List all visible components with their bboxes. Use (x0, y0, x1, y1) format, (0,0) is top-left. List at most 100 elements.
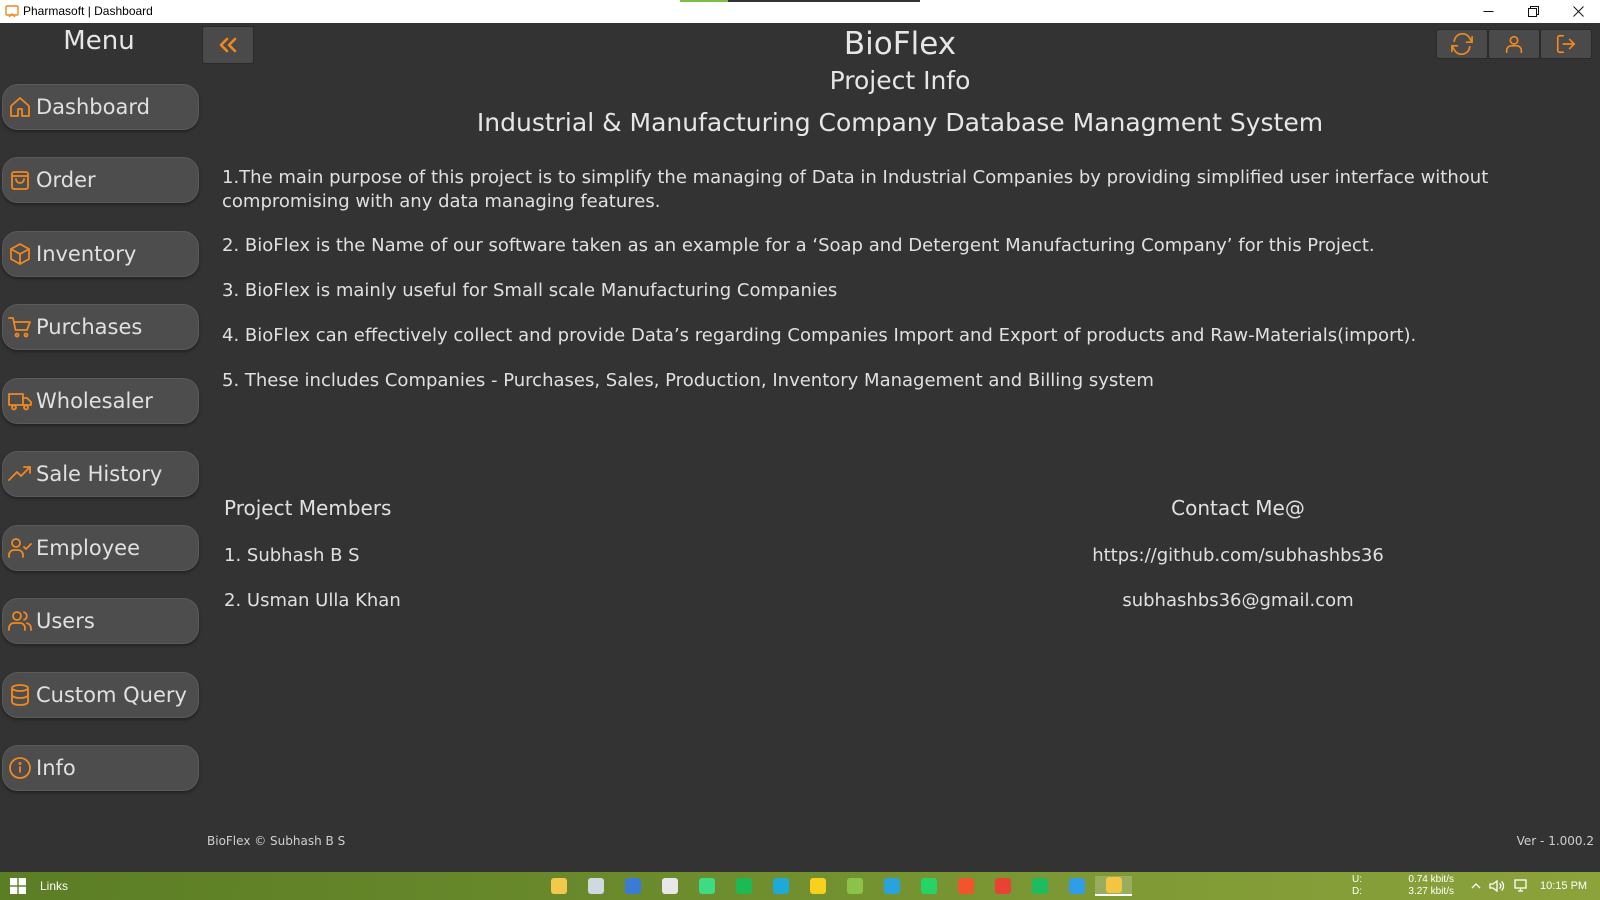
sidebar-item-label: Wholesaler (36, 389, 153, 413)
menu-title: Menu (63, 26, 135, 56)
chrome-icon (994, 878, 1011, 894)
email-link[interactable]: subhashbs36@gmail.com (1038, 590, 1438, 611)
sidebar-item-label: Sale History (36, 462, 163, 486)
database-app-icon (624, 878, 641, 894)
minimize-button[interactable] (1466, 0, 1511, 23)
shopping-bag-icon (7, 167, 33, 193)
box-icon (7, 241, 33, 267)
download-rate: 3.27 kbit/s (1408, 886, 1454, 897)
taskbar-app[interactable] (762, 876, 799, 896)
contact-heading: Contact Me@ (1171, 496, 1305, 520)
github-link[interactable]: https://github.com/subhashbs36 (1038, 545, 1438, 566)
store-icon (661, 878, 678, 894)
project-point: 3. BioFlex is mainly useful for Small sc… (222, 280, 838, 301)
taskbar-app[interactable] (651, 876, 688, 896)
sticky-notes-icon (809, 878, 826, 894)
close-button[interactable] (1556, 0, 1600, 23)
spotify-icon (735, 878, 752, 894)
taskbar-app[interactable] (799, 876, 836, 896)
minimize-icon (1483, 11, 1494, 12)
restore-icon (1528, 6, 1539, 17)
double-chevron-left-icon (219, 37, 237, 53)
sidebar-item-label: Dashboard (36, 95, 150, 119)
top-actions (1436, 29, 1592, 59)
taskbar-app[interactable] (688, 876, 725, 896)
windows-taskbar: Links U: D: 0.74 kbit/s 3.27 kbit/s 10:1… (0, 872, 1600, 900)
refresh-button[interactable] (1436, 29, 1488, 59)
taskbar-app[interactable] (725, 876, 762, 896)
android-icon (846, 878, 863, 894)
taskbar-app[interactable] (984, 876, 1021, 896)
chevron-up-icon[interactable] (1470, 880, 1482, 892)
app-icon (5, 5, 19, 18)
android-studio-icon (698, 878, 715, 894)
volume-icon[interactable] (1489, 879, 1505, 893)
upload-label: U: (1352, 874, 1362, 885)
trending-up-icon (7, 461, 33, 487)
sidebar-item-sale-history[interactable]: Sale History (2, 451, 199, 497)
profile-button[interactable] (1488, 29, 1540, 59)
project-point: 4. BioFlex can effectively collect and p… (222, 325, 1417, 346)
network-speed: U: D: 0.74 kbit/s 3.27 kbit/s (1352, 874, 1454, 898)
sidebar-item-wholesaler[interactable]: Wholesaler (2, 378, 199, 424)
user-icon (1505, 35, 1523, 54)
taskbar-app[interactable] (1021, 876, 1058, 896)
file-explorer-icon (550, 878, 567, 894)
taskbar-app[interactable] (910, 876, 947, 896)
taskbar-app[interactable] (873, 876, 910, 896)
members-heading: Project Members (224, 496, 392, 520)
python-app-icon (1105, 877, 1122, 893)
users-icon (7, 608, 33, 634)
project-point: 1.The main purpose of this project is to… (222, 167, 1489, 212)
whatsapp-icon (920, 878, 937, 894)
restore-button[interactable] (1511, 0, 1556, 23)
dashlane-icon (1031, 878, 1048, 894)
sidebar-item-order[interactable]: Order (2, 157, 199, 203)
project-subtitle: Industrial & Manufacturing Company Datab… (476, 108, 1324, 137)
taskbar-app[interactable] (614, 876, 651, 896)
footer-copyright: BioFlex © Subhash B S (207, 834, 346, 848)
footer-version: Ver - 1.000.2 (1516, 834, 1594, 848)
member-item: 2. Usman Ulla Khan (224, 590, 401, 611)
links-toolbar[interactable]: Links (40, 879, 68, 893)
sidebar-item-label: Custom Query (36, 683, 187, 707)
sidebar-item-custom-query[interactable]: Custom Query (2, 672, 199, 718)
download-label: D: (1352, 886, 1362, 897)
collapse-sidebar-button[interactable] (202, 26, 254, 64)
window-titlebar: Pharmasoft | Dashboard (0, 0, 1600, 23)
project-point: 5. These includes Companies - Purchases,… (222, 370, 1154, 391)
sidebar-item-purchases[interactable]: Purchases (2, 304, 199, 350)
sidebar-item-employee[interactable]: Employee (2, 525, 199, 571)
logout-button[interactable] (1540, 29, 1592, 59)
taskbar-app[interactable] (836, 876, 873, 896)
taskbar-app[interactable] (947, 876, 984, 896)
sidebar-item-info[interactable]: Info (2, 745, 199, 791)
windows-start-icon[interactable] (10, 878, 26, 894)
vscode-icon (1068, 878, 1085, 894)
member-item: 1. Subhash B S (224, 545, 360, 566)
system-tray (1470, 879, 1535, 893)
taskbar-apps (540, 876, 1132, 896)
home-icon (7, 94, 33, 120)
network-icon[interactable] (1512, 879, 1528, 893)
upload-rate: 0.74 kbit/s (1408, 874, 1454, 885)
sidebar-item-users[interactable]: Users (2, 598, 199, 644)
taskbar-app[interactable] (577, 876, 614, 896)
refresh-icon (1451, 33, 1473, 55)
sidebar-item-label: Info (36, 756, 76, 780)
app-title: BioFlex (843, 26, 957, 62)
taskbar-app[interactable] (540, 876, 577, 896)
user-check-icon (7, 535, 33, 561)
sidebar-item-label: Users (36, 609, 95, 633)
sidebar-item-label: Inventory (36, 242, 137, 266)
taskbar-app[interactable] (1058, 876, 1095, 896)
taskbar-app[interactable] (1095, 876, 1132, 896)
info-icon (7, 755, 33, 781)
loading-progress-bar (680, 0, 920, 2)
sidebar-item-dashboard[interactable]: Dashboard (2, 84, 199, 130)
sidebar-item-inventory[interactable]: Inventory (2, 231, 199, 277)
telegram-icon (883, 878, 900, 894)
sidebar-item-label: Order (36, 168, 96, 192)
clock[interactable]: 10:15 PM (1540, 880, 1587, 892)
truck-icon (7, 388, 33, 414)
